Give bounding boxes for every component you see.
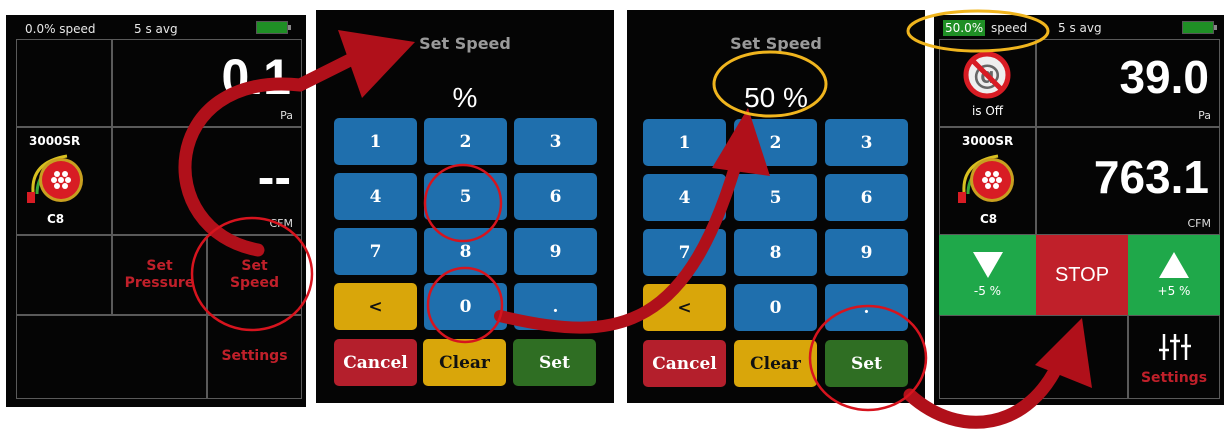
clear-button[interactable]: Clear [423,339,506,386]
device-status-text: is Off [971,104,1004,118]
keypad-title: Set Speed [730,34,822,53]
fan-ring: C8 [980,212,998,226]
set-speed-button[interactable]: Set Speed [207,235,302,315]
key-6[interactable]: 6 [825,174,908,221]
key-4[interactable]: 4 [643,174,726,221]
flow-readout: 763.1 CFM [1036,127,1220,235]
sliders-icon [1159,334,1191,360]
fan-info-cell[interactable]: 3000SR C8 [939,127,1036,235]
triangle-down-icon [972,252,1003,278]
speed-status: 0.0% speed [25,22,96,36]
key-0[interactable]: 0 [734,284,817,331]
triangle-up-icon [1159,252,1189,278]
stop-button[interactable]: STOP [1036,235,1128,315]
set-speed-line2: Speed [229,275,280,291]
pressure-unit: Pa [1198,109,1211,122]
increase-label: +5 % [1157,284,1191,298]
flow-value: -- [257,149,291,205]
set-pressure-button[interactable]: Set Pressure [112,235,207,315]
settings-button[interactable]: Settings [1128,315,1220,399]
backspace-key[interactable]: < [643,284,726,331]
set-button[interactable]: Set [825,340,908,387]
pressure-readout: 0.1 Pa [112,39,302,127]
fan-info-cell[interactable]: 3000SR C8 [16,127,112,235]
screen-set-speed-empty: Set Speed % 1 2 3 4 5 6 7 8 9 <0. Cancel Clear Se… [316,10,614,403]
set-button[interactable]: Set [513,339,596,386]
screen-set-speed-50: Set Speed 50 % 1 2 3 4 5 6 7 8 9 <0. Cancel Clear… [627,10,925,403]
cancel-button[interactable]: Cancel [643,340,726,387]
key-8[interactable]: 8 [734,229,817,276]
empty-cell-left [16,235,112,315]
settings-button[interactable]: Settings [207,315,302,399]
flow-unit: CFM [1187,217,1212,230]
battery-icon [1182,21,1217,34]
cancel-button[interactable]: Cancel [334,339,417,386]
pressure-readout: 39.0 Pa [1036,39,1220,127]
key-8[interactable]: 8 [424,228,507,275]
flow-readout: -- CFM [112,127,302,235]
stop-label: STOP [1054,263,1110,286]
key-9[interactable]: 9 [825,229,908,276]
increase-speed-button[interactable]: +5 % [1128,235,1220,315]
empty-cell-bottom [939,315,1128,399]
decrease-label: -5 % [973,284,1002,298]
key-1[interactable]: 1 [643,119,726,166]
key-0[interactable]: 0 [424,283,507,330]
flow-value: 763.1 [1093,151,1209,203]
key-4[interactable]: 4 [334,173,417,220]
key-7[interactable]: 7 [643,229,726,276]
screen-home-running: 50.0% speed 5 s avg @ is Off 39.0 Pa 300… [934,15,1224,405]
key-5[interactable]: 5 [734,174,817,221]
key-7[interactable]: 7 [334,228,417,275]
status-icon-cell [16,39,112,127]
backspace-key[interactable]: < [334,283,417,330]
fan-model: 3000SR [962,134,1014,148]
key-3[interactable]: 3 [825,119,908,166]
fan-ring: C8 [47,212,65,226]
key-2[interactable]: 2 [734,119,817,166]
device-status-cell: @ is Off [939,39,1036,127]
fan-model: 3000SR [29,134,81,148]
set-pressure-line2: Pressure [124,275,195,291]
key-1[interactable]: 1 [334,118,417,165]
key-5[interactable]: 5 [424,173,507,220]
status-bar: 50.0% speed 5 s avg [934,15,1224,39]
screen-home-initial: 0.0% speed 5 s avg 0.1 Pa 3000SR C8 -- C… [6,15,306,407]
pressure-value: 0.1 [221,49,291,105]
flow-unit: CFM [269,217,294,230]
keypad-display: % [452,82,478,113]
decrease-speed-button[interactable]: -5 % [939,235,1036,315]
clear-button[interactable]: Clear [734,340,817,387]
pressure-value: 39.0 [1119,51,1209,103]
empty-cell-bottom [16,315,207,399]
speed-word: speed [991,21,1028,35]
settings-label: Settings [1140,370,1208,386]
keypad-display: 50 % [744,82,808,113]
set-pressure-line1: Set [146,258,173,274]
set-speed-line1: Set [241,258,268,274]
key-3[interactable]: 3 [514,118,597,165]
speed-value-badge: 50.0% [943,20,986,36]
decimal-key[interactable]: . [514,283,597,330]
key-2[interactable]: 2 [424,118,507,165]
status-bar: 0.0% speed 5 s avg [6,15,306,39]
avg-label: 5 s avg [134,22,178,36]
fan-icon [958,152,1016,204]
avg-label: 5 s avg [1058,21,1102,35]
decimal-key[interactable]: . [825,284,908,331]
settings-label: Settings [221,348,288,364]
key-9[interactable]: 9 [514,228,597,275]
battery-icon [256,21,291,34]
fan-icon [27,152,85,204]
no-connection-icon: @ [962,50,1012,100]
pressure-unit: Pa [280,109,293,122]
keypad-title: Set Speed [419,34,511,53]
key-6[interactable]: 6 [514,173,597,220]
